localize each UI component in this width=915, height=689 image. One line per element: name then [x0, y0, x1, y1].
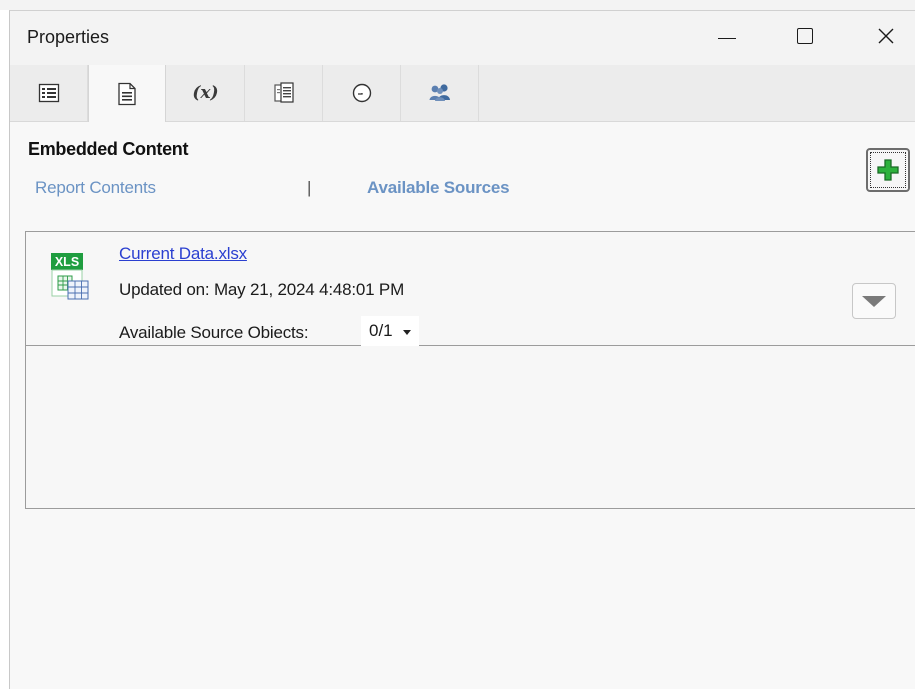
source-file-link[interactable]: Current Data.xlsx	[119, 244, 247, 264]
close-button[interactable]	[863, 11, 909, 61]
report-contents-link[interactable]: Report Contents	[35, 178, 156, 198]
tab-strip: (x)	[10, 65, 915, 122]
add-button-focus-ring	[870, 152, 906, 188]
properties-window: Properties (x) Embedded Content Report C…	[9, 10, 915, 689]
tab-data[interactable]	[245, 65, 323, 121]
add-source-button[interactable]	[866, 148, 910, 192]
users-icon	[429, 84, 450, 101]
tab-variables[interactable]: (x)	[167, 65, 245, 121]
content-panel: Embedded Content Report Contents | Avail…	[10, 122, 915, 689]
title-bar[interactable]: Properties	[10, 11, 915, 61]
list-view-icon	[38, 83, 59, 103]
source-objects-label: Available Source Obiects:	[119, 323, 309, 342]
source-objects-value: 0/1	[369, 321, 393, 340]
xls-file-icon: XLS	[50, 252, 98, 307]
section-title: Embedded Content	[28, 139, 189, 159]
link-separator: |	[307, 178, 312, 197]
document-icon	[118, 82, 136, 105]
chevron-down-icon	[402, 329, 411, 335]
tab-document[interactable]	[88, 65, 166, 122]
sources-list: XLS Current Data.xlsx Updated on: May 21…	[25, 231, 915, 509]
list-item[interactable]: XLS Current Data.xlsx Updated on: May 21…	[26, 232, 915, 346]
maximize-icon	[797, 28, 813, 44]
maximize-button[interactable]	[782, 11, 828, 61]
data-doc-icon	[273, 82, 294, 103]
updated-timestamp: Updated on: May 21, 2024 4:48:01 PM	[119, 280, 405, 299]
green-plus-icon	[877, 159, 899, 181]
clock-icon	[352, 83, 371, 103]
tab-list-view[interactable]	[10, 65, 88, 121]
available-sources-link[interactable]: Available Sources	[367, 178, 510, 198]
window-title: Properties	[27, 27, 110, 47]
minimize-icon	[718, 37, 736, 39]
tab-users[interactable]	[401, 65, 479, 121]
desktop-edge	[0, 0, 915, 10]
triangle-down-icon	[862, 295, 886, 307]
source-objects-dropdown[interactable]: 0/1	[361, 316, 419, 346]
xls-label: XLS	[55, 255, 79, 269]
variable-icon: (x)	[192, 83, 219, 103]
minimize-button[interactable]	[704, 11, 750, 61]
tab-schedule[interactable]	[323, 65, 401, 121]
expand-item-button[interactable]	[852, 283, 896, 319]
close-icon	[878, 28, 894, 44]
